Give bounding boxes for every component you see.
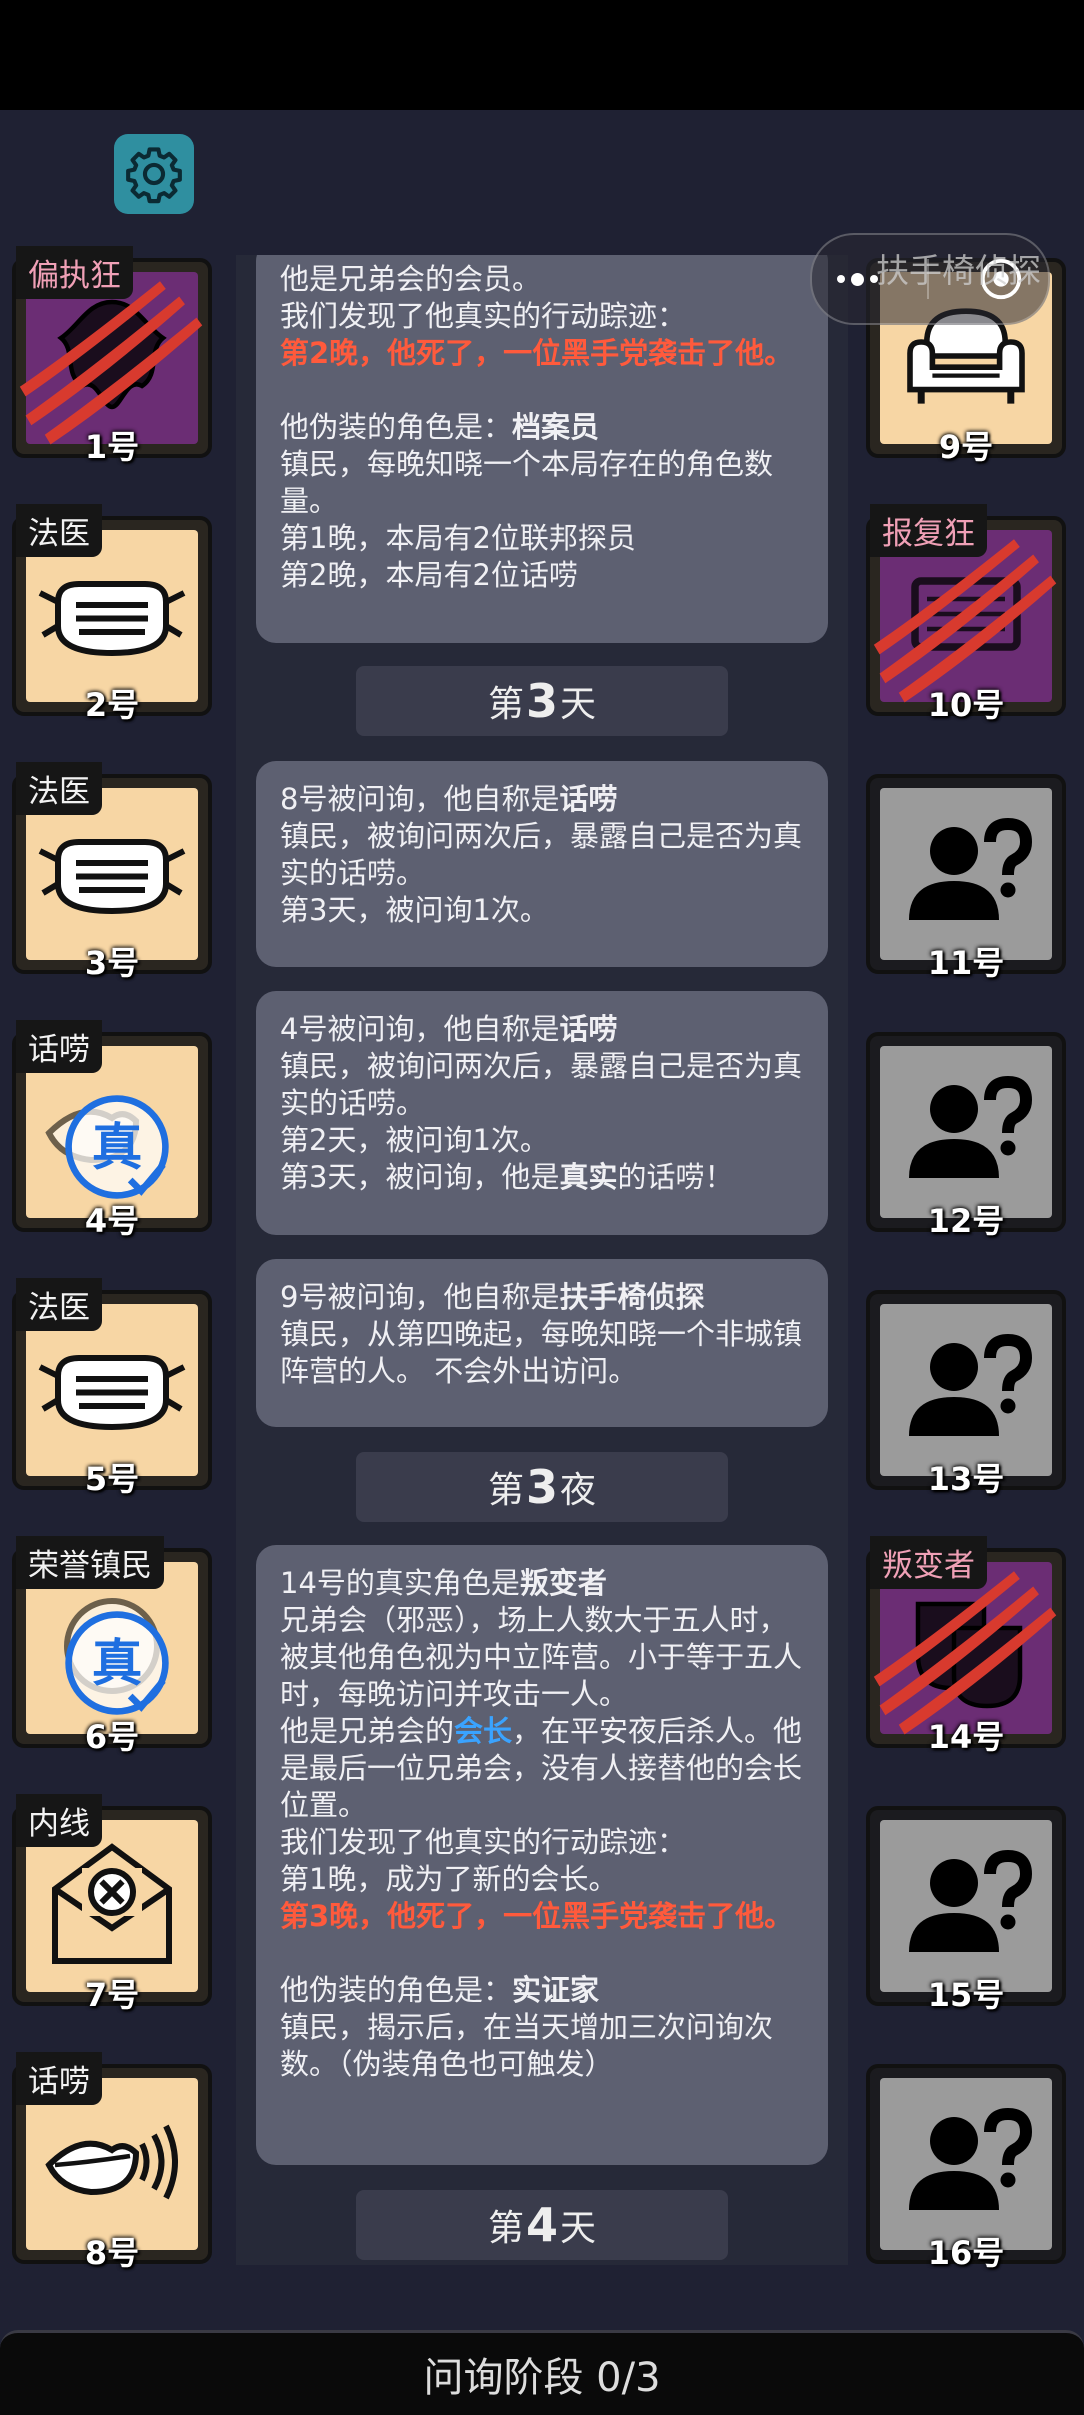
player-number: 15号 xyxy=(927,1976,1005,2014)
log-line: 他是兄弟会的会长，在平安夜后杀人。他是最后一位兄弟会，没有人接替他的会长位置。 xyxy=(280,1714,803,1822)
unknown-person-icon xyxy=(891,797,1041,951)
role-label: 报复狂 xyxy=(870,504,987,557)
log-line: 14号的真实角色是叛变者 xyxy=(280,1566,607,1600)
log-line: 第2天，被问询1次。 xyxy=(280,1123,549,1157)
paranoid-icon xyxy=(37,281,187,435)
log-line: 镇民，从第四晚起，每晚知晓一个非城镇阵营的人。 不会外出访问。 xyxy=(280,1317,803,1388)
player-number: 2号 xyxy=(84,686,140,724)
player-number: 9号 xyxy=(938,428,994,466)
mask-theater-icon xyxy=(891,1571,1041,1725)
player-card-10号[interactable]: 报复狂 10号 xyxy=(866,504,1066,724)
unknown-person-icon xyxy=(891,1313,1041,1467)
role-label: 法医 xyxy=(16,762,102,815)
player-card-8号[interactable]: 话唠 8号 xyxy=(12,2052,212,2272)
role-label: 偏执狂 xyxy=(16,246,133,299)
mask-icon xyxy=(37,1313,187,1467)
svg-text:真: 真 xyxy=(92,1118,143,1177)
log-line: 我们发现了他真实的行动踪迹： xyxy=(280,1825,687,1859)
log-line: 他是兄弟会的会员。 xyxy=(280,262,542,296)
player-card-3号[interactable]: 法医 3号 xyxy=(12,762,212,982)
player-card-11号[interactable]: 11号 xyxy=(866,774,1066,982)
svg-text:真: 真 xyxy=(92,1634,143,1693)
player-card-15号[interactable]: 15号 xyxy=(866,1806,1066,2014)
top-right-caption: 扶手椅侦探 xyxy=(876,251,1041,290)
player-card-14号[interactable]: 叛变者 14号 xyxy=(866,1536,1066,1756)
status-bar xyxy=(0,0,1084,110)
log-line: 我们发现了他真实的行动踪迹： xyxy=(280,299,687,333)
role-label: 法医 xyxy=(16,1278,102,1331)
player-card-12号[interactable]: 12号 xyxy=(866,1032,1066,1240)
role-label: 叛变者 xyxy=(870,1536,987,1589)
log-line-death: 第2晚，他死了，一位黑手党袭击了他。 xyxy=(280,336,794,370)
phase-status-text: 问询阶段 0/3 xyxy=(423,2355,661,2401)
role-label: 话唠 xyxy=(16,1020,102,1073)
player-card-6号[interactable]: 真 荣誉镇民 6号 xyxy=(12,1536,212,1756)
player-number: 3号 xyxy=(84,944,140,982)
player-number: 4号 xyxy=(84,1202,140,1240)
log-line: 第1晚，成为了新的会长。 xyxy=(280,1862,618,1896)
player-card-2号[interactable]: 法医 2号 xyxy=(12,504,212,724)
more-dots-icon xyxy=(836,272,878,286)
player-card-1号[interactable]: 偏执狂 1号 xyxy=(12,246,212,466)
log-message-reveal-14: 14号的真实角色是叛变者 兄弟会（邪恶），场上人数大于五人时，被其他角色视为中立… xyxy=(256,1545,828,2165)
verified-stamp-icon: 真 xyxy=(65,1095,169,1199)
log-line: 第2晚，本局有2位话唠 xyxy=(280,558,578,592)
player-card-4号[interactable]: 真 话唠 4号 xyxy=(12,1020,212,1240)
player-card-13号[interactable]: 13号 xyxy=(866,1290,1066,1498)
role-label: 荣誉镇民 xyxy=(16,1536,164,1589)
role-label: 内线 xyxy=(16,1794,102,1847)
log-line: 第3天，被问询1次。 xyxy=(280,893,549,927)
log-line: 8号被问询，他自称是话唠 xyxy=(280,782,618,816)
log-line: 镇民，每晚知晓一个本局存在的角色数量。 xyxy=(280,447,774,518)
player-number: 5号 xyxy=(84,1460,140,1498)
player-number: 6号 xyxy=(84,1718,140,1756)
log-line: 他伪装的角色是：档案员 xyxy=(280,410,600,444)
role-label: 法医 xyxy=(16,504,102,557)
unknown-person-icon xyxy=(891,1829,1041,1983)
unknown-person-icon xyxy=(891,2087,1041,2241)
more-menu-button[interactable] xyxy=(836,272,878,286)
settings-button[interactable] xyxy=(114,134,194,214)
player-number: 1号 xyxy=(84,428,140,466)
night-divider-night3: 第3夜 xyxy=(356,1452,728,1522)
log-message-interrogation-8: 8号被问询，他自称是话唠 镇民，被询问两次后，暴露自己是否为真实的话唠。 第3天… xyxy=(256,761,828,967)
log-message-player-death: 他是兄弟会的会员。 我们发现了他真实的行动踪迹： 第2晚，他死了，一位黑手党袭击… xyxy=(256,255,828,643)
day-divider-day4: 第4天 xyxy=(356,2190,728,2260)
gear-icon xyxy=(126,147,182,204)
log-line: 镇民，被询问两次后，暴露自己是否为真实的话唠。 xyxy=(280,819,803,890)
log-line: 他伪装的角色是：实证家 xyxy=(280,1973,600,2007)
player-number: 16号 xyxy=(927,2234,1005,2272)
role-label: 话唠 xyxy=(16,2052,102,2105)
log-line: 镇民，揭示后，在当天增加三次问询次数。（伪装角色也可触发） xyxy=(280,2010,774,2081)
revenge-icon xyxy=(891,539,1041,693)
player-number: 11号 xyxy=(927,944,1005,982)
player-card-16号[interactable]: 16号 xyxy=(866,2064,1066,2272)
log-line: 兄弟会（邪恶），场上人数大于五人时，被其他角色视为中立阵营。小于等于五人时，每晚… xyxy=(280,1603,803,1711)
player-number: 8号 xyxy=(84,2234,140,2272)
log-line-death: 第3晚，他死了，一位黑手党袭击了他。 xyxy=(280,1899,794,1933)
player-number: 10号 xyxy=(927,686,1005,724)
unknown-person-icon xyxy=(891,1055,1041,1209)
phase-status-bar: 问询阶段 0/3 xyxy=(0,2330,1084,2415)
day-divider-day3: 第3天 xyxy=(356,666,728,736)
log-line: 镇民，被询问两次后，暴露自己是否为真实的话唠。 xyxy=(280,1049,803,1120)
player-card-7号[interactable]: 内线 7号 xyxy=(12,1794,212,2014)
player-number: 13号 xyxy=(927,1460,1005,1498)
log-message-interrogation-4: 4号被问询，他自称是话唠 镇民，被询问两次后，暴露自己是否为真实的话唠。 第2天… xyxy=(256,991,828,1235)
player-card-5号[interactable]: 法医 5号 xyxy=(12,1278,212,1498)
mouth-icon xyxy=(37,2087,187,2241)
log-message-interrogation-9: 9号被问询，他自称是扶手椅侦探 镇民，从第四晚起，每晚知晓一个非城镇阵营的人。 … xyxy=(256,1259,828,1427)
letter-x-icon xyxy=(37,1829,187,1983)
log-line: 第3天，被问询，他是真实的话唠！ xyxy=(280,1160,734,1194)
player-number: 14号 xyxy=(927,1718,1005,1756)
player-number: 7号 xyxy=(84,1976,140,2014)
log-line: 4号被问询，他自称是话唠 xyxy=(280,1012,618,1046)
event-log-panel[interactable]: 他是兄弟会的会员。 我们发现了他真实的行动踪迹： 第2晚，他死了，一位黑手党袭击… xyxy=(236,255,848,2265)
verified-stamp-icon: 真 xyxy=(65,1611,169,1715)
mask-icon xyxy=(37,539,187,693)
mask-icon xyxy=(37,797,187,951)
log-line: 9号被问询，他自称是扶手椅侦探 xyxy=(280,1280,705,1314)
log-line: 第1晚，本局有2位联邦探员 xyxy=(280,521,636,555)
player-number: 12号 xyxy=(927,1202,1005,1240)
